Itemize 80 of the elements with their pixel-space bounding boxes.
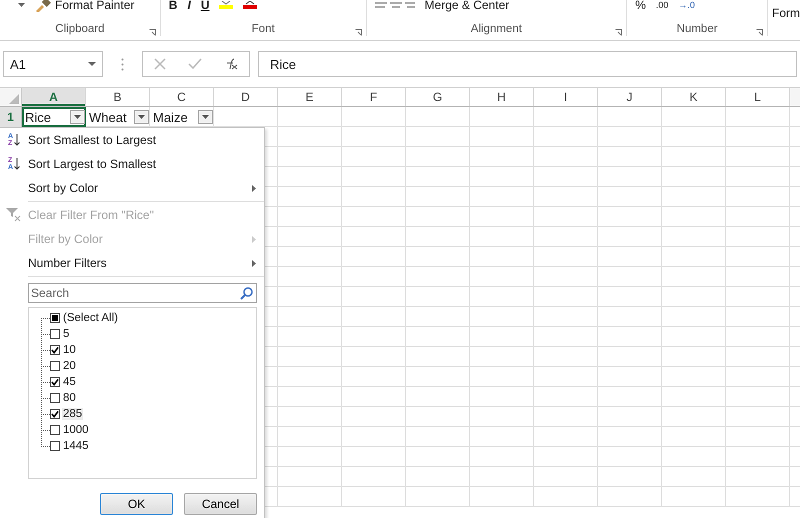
value-label[interactable]: 1445 bbox=[62, 440, 90, 452]
caret-icon bbox=[202, 115, 209, 119]
dropdown-arrow-icon[interactable] bbox=[18, 3, 25, 7]
ok-button[interactable]: OK bbox=[100, 493, 173, 515]
column-header[interactable]: H bbox=[470, 88, 534, 106]
submenu-arrow-icon bbox=[252, 184, 256, 192]
search-icon bbox=[240, 287, 253, 300]
column-header[interactable]: J bbox=[598, 88, 662, 106]
menu-item[interactable]: Sort by Color bbox=[0, 176, 264, 200]
submenu-arrow-icon bbox=[252, 260, 256, 266]
checkbox[interactable] bbox=[50, 377, 60, 387]
paintbrush-icon bbox=[35, 0, 51, 12]
checkbox[interactable] bbox=[50, 345, 60, 355]
align-icon[interactable] bbox=[374, 2, 415, 8]
drag-handle-icon[interactable] bbox=[121, 58, 124, 70]
column-header[interactable]: K bbox=[662, 88, 726, 106]
checkbox[interactable] bbox=[50, 361, 60, 371]
dropdown-arrow-icon bbox=[88, 62, 96, 66]
checkbox[interactable] bbox=[50, 425, 60, 435]
font-color-icon[interactable] bbox=[243, 1, 258, 9]
percent-button[interactable]: % bbox=[635, 0, 646, 12]
merge-center-button[interactable]: Merge & Center bbox=[424, 0, 510, 12]
dialog-launcher-icon[interactable] bbox=[354, 29, 362, 36]
column-header[interactable]: E bbox=[278, 88, 342, 106]
checkbox[interactable] bbox=[50, 441, 60, 451]
filter-dropdown-button[interactable] bbox=[70, 110, 85, 124]
column-header[interactable]: C bbox=[150, 88, 214, 106]
column-header[interactable]: B bbox=[86, 88, 150, 106]
value-label[interactable]: 20 bbox=[62, 360, 77, 372]
column-header[interactable]: D bbox=[214, 88, 278, 106]
decimal-button[interactable]: →.0 bbox=[678, 0, 695, 10]
corner-triangle-icon bbox=[9, 94, 19, 104]
filter-dropdown-button[interactable] bbox=[134, 110, 149, 124]
font-style-button[interactable]: B bbox=[168, 0, 178, 12]
format-button[interactable]: Form bbox=[768, 6, 800, 20]
column-header[interactable]: A bbox=[22, 88, 86, 106]
group-label: Font bbox=[252, 23, 275, 35]
decimal-button[interactable]: .00 bbox=[656, 0, 668, 10]
dialog-launcher-icon[interactable] bbox=[148, 29, 156, 36]
fill-color-icon[interactable] bbox=[219, 1, 234, 9]
group-label: Clipboard bbox=[55, 23, 105, 35]
check-icon[interactable] bbox=[188, 58, 202, 70]
name-box[interactable]: A1 bbox=[3, 51, 103, 77]
value-label[interactable]: 80 bbox=[62, 392, 77, 404]
submenu-arrow-icon bbox=[252, 236, 256, 242]
row-header[interactable]: 1 bbox=[0, 107, 22, 127]
font-style-button[interactable]: U bbox=[200, 0, 210, 12]
cancel-button[interactable]: Cancel bbox=[184, 493, 257, 515]
search-field[interactable]: Search bbox=[28, 283, 257, 303]
checkbox[interactable] bbox=[50, 329, 60, 339]
value-label[interactable]: 45 bbox=[62, 376, 77, 388]
value-label[interactable]: 5 bbox=[62, 328, 70, 340]
menu-item[interactable]: Number Filters bbox=[0, 251, 264, 275]
format-painter-button[interactable]: Format Painter bbox=[35, 0, 134, 12]
value-label[interactable]: 285 bbox=[62, 408, 84, 420]
caret-icon bbox=[138, 115, 145, 119]
active-cell-outline bbox=[22, 107, 86, 127]
filter-dropdown-button[interactable] bbox=[198, 110, 213, 124]
insert-function-icon[interactable] bbox=[224, 58, 238, 70]
cell-text: Maize bbox=[153, 110, 188, 124]
group-label: Number bbox=[676, 23, 718, 35]
column-header[interactable]: L bbox=[726, 88, 790, 106]
column-header[interactable]: I bbox=[534, 88, 598, 106]
dialog-launcher-icon[interactable] bbox=[615, 29, 622, 36]
value-label[interactable]: (Select All) bbox=[62, 312, 119, 324]
column-header[interactable]: G bbox=[406, 88, 470, 106]
value-label[interactable]: 10 bbox=[62, 344, 77, 356]
font-style-button[interactable]: I bbox=[187, 0, 191, 12]
group-label: Alignment bbox=[470, 23, 522, 35]
checkbox[interactable] bbox=[50, 409, 60, 419]
caret-icon bbox=[74, 115, 81, 119]
checkbox[interactable] bbox=[50, 393, 60, 403]
formula-field[interactable]: Rice bbox=[258, 51, 797, 77]
value-label[interactable]: 1000 bbox=[62, 424, 90, 436]
column-header[interactable]: F bbox=[342, 88, 406, 106]
dialog-launcher-icon[interactable] bbox=[756, 29, 763, 36]
cell-text: Rice bbox=[25, 110, 52, 124]
clear-filter-icon bbox=[6, 208, 22, 222]
cell-text: Wheat bbox=[89, 110, 127, 124]
checkbox[interactable] bbox=[50, 313, 60, 323]
